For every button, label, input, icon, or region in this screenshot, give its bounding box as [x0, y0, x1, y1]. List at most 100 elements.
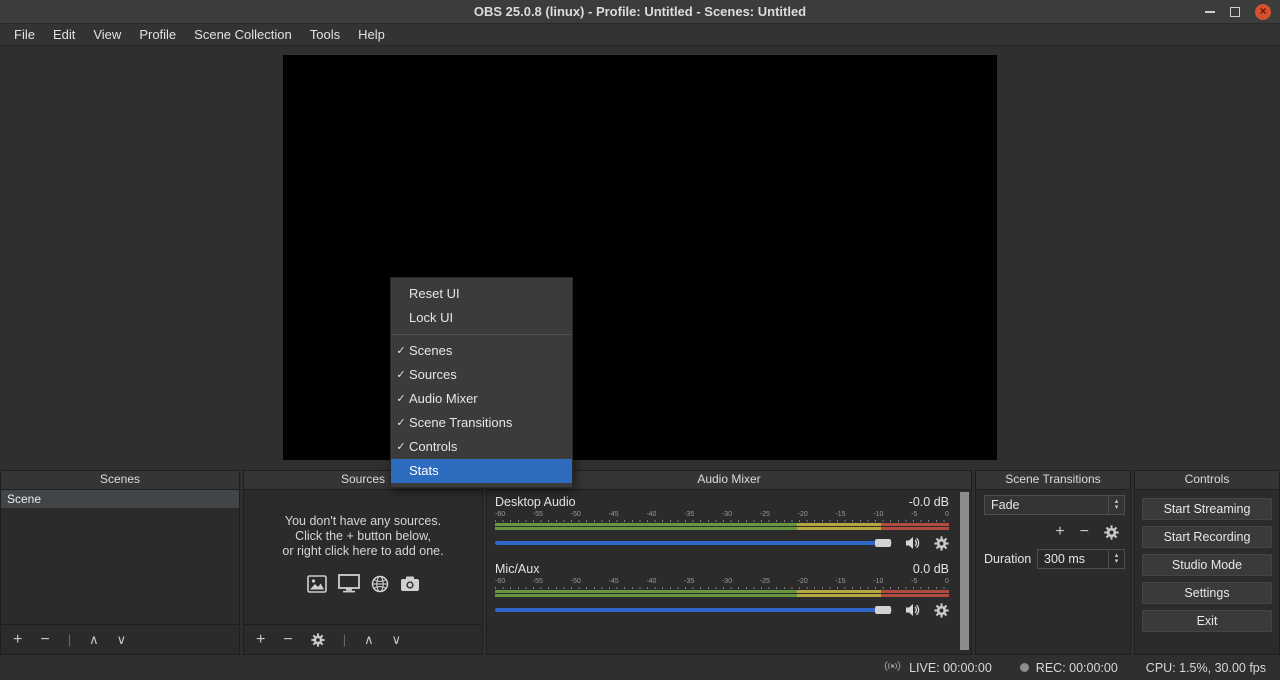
start-streaming-button[interactable]: Start Streaming	[1142, 498, 1272, 520]
menu-profile[interactable]: Profile	[130, 24, 185, 46]
volume-meter-scale: -60-55-50-45-40-35-30-25-20-15-10-50	[495, 511, 949, 519]
minimize-icon[interactable]	[1205, 11, 1215, 13]
toolbar-divider: |	[343, 632, 346, 647]
scale-tick: -35	[684, 578, 694, 586]
scene-transitions-panel-title: Scene Transitions	[976, 471, 1130, 490]
start-recording-button[interactable]: Start Recording	[1142, 526, 1272, 548]
maximize-icon[interactable]	[1230, 7, 1240, 17]
remove-source-button[interactable]: −	[283, 632, 292, 648]
menu-help[interactable]: Help	[349, 24, 394, 46]
menu-file[interactable]: File	[5, 24, 44, 46]
menu-item-label: Controls	[409, 439, 457, 454]
menu-scene-collection[interactable]: Scene Collection	[185, 24, 301, 46]
toolbar-divider: |	[68, 632, 71, 647]
remove-scene-button[interactable]: −	[40, 632, 49, 648]
scale-tick: -45	[608, 511, 618, 519]
scale-tick: -10	[873, 578, 883, 586]
close-icon[interactable]: ×	[1255, 4, 1271, 20]
add-source-button[interactable]: +	[256, 632, 265, 648]
scale-tick: -30	[722, 511, 732, 519]
move-scene-down-button[interactable]: ∨	[117, 632, 127, 648]
duration-spin-arrows[interactable]: ▴ ▾	[1108, 550, 1124, 568]
sources-toolbar: + − | ∧ ∨	[244, 624, 482, 654]
scale-tick: -5	[911, 511, 917, 519]
duration-label: Duration	[984, 552, 1031, 566]
context-menu-item-stats[interactable]: Stats	[391, 459, 572, 483]
channel-settings-gear-icon[interactable]	[934, 536, 949, 551]
volume-slider[interactable]	[495, 602, 892, 618]
mixer-channel-mic-aux: Mic/Aux 0.0 dB -60-55-50-45-40-35-30-25-…	[495, 561, 949, 618]
spin-down-icon: ▾	[1115, 559, 1119, 565]
mixer-channel-desktop-audio: Desktop Audio -0.0 dB -60-55-50-45-40-35…	[495, 494, 949, 551]
channel-settings-gear-icon[interactable]	[934, 603, 949, 618]
scene-list-item[interactable]: Scene	[1, 490, 239, 508]
scale-tick: 0	[945, 511, 949, 519]
volume-slider-track	[495, 608, 892, 612]
add-transition-button[interactable]: +	[1055, 524, 1064, 540]
check-icon: ✓	[394, 363, 408, 387]
empty-line-3: or right click here to add one.	[244, 544, 482, 559]
menu-item-label: Stats	[409, 463, 439, 478]
combo-arrows[interactable]: ▴ ▾	[1108, 496, 1124, 514]
scale-tick: -15	[835, 578, 845, 586]
monitor-icon	[338, 574, 360, 597]
mixer-scrollbar-thumb[interactable]	[960, 492, 969, 650]
cpu-fps-status: CPU: 1.5%, 30.00 fps	[1146, 661, 1266, 675]
move-scene-up-button[interactable]: ∧	[89, 632, 99, 648]
context-menu-item-audio-mixer[interactable]: ✓ Audio Mixer	[391, 387, 572, 411]
speaker-icon[interactable]	[905, 602, 921, 618]
mixer-scrollbar[interactable]	[960, 492, 969, 650]
scale-tick: -30	[722, 578, 732, 586]
scale-tick: -5	[911, 578, 917, 586]
status-bar: LIVE: 00:00:00 REC: 00:00:00 CPU: 1.5%, …	[0, 655, 1280, 680]
menu-view[interactable]: View	[84, 24, 130, 46]
menu-item-label: Scene Transitions	[409, 415, 512, 430]
settings-button[interactable]: Settings	[1142, 582, 1272, 604]
exit-button[interactable]: Exit	[1142, 610, 1272, 632]
scale-tick: -20	[798, 511, 808, 519]
menu-tools[interactable]: Tools	[301, 24, 349, 46]
remove-transition-button[interactable]: −	[1080, 524, 1089, 540]
menu-item-label: Scenes	[409, 343, 452, 358]
duration-value[interactable]: 300 ms	[1038, 550, 1108, 568]
volume-slider[interactable]	[495, 535, 892, 551]
scale-tick: -60	[495, 511, 505, 519]
volume-slider-handle[interactable]	[875, 539, 891, 547]
scale-tick: -50	[571, 578, 581, 586]
scale-tick: -20	[798, 578, 808, 586]
volume-meter-left	[495, 590, 949, 593]
controls-panel-title: Controls	[1135, 471, 1279, 490]
titlebar: OBS 25.0.8 (linux) - Profile: Untitled -…	[0, 0, 1280, 24]
check-icon: ✓	[394, 411, 408, 435]
scale-tick: -25	[760, 578, 770, 586]
menubar: File Edit View Profile Scene Collection …	[0, 24, 1280, 46]
context-menu-item-controls[interactable]: ✓ Controls	[391, 435, 572, 459]
volume-meter-right	[495, 594, 949, 597]
volume-slider-track	[495, 541, 892, 545]
move-source-up-button[interactable]: ∧	[364, 632, 374, 648]
transition-properties-gear-icon[interactable]	[1104, 525, 1119, 540]
menu-item-label: Audio Mixer	[409, 391, 478, 406]
volume-slider-handle[interactable]	[875, 606, 891, 614]
menu-separator	[392, 334, 571, 335]
transition-select[interactable]: Fade ▴ ▾	[984, 495, 1125, 515]
menu-edit[interactable]: Edit	[44, 24, 84, 46]
scenes-panel-title: Scenes	[1, 471, 239, 490]
add-scene-button[interactable]: +	[13, 632, 22, 648]
audio-mixer-body: Desktop Audio -0.0 dB -60-55-50-45-40-35…	[487, 489, 957, 653]
context-menu-item-sources[interactable]: ✓ Sources	[391, 363, 572, 387]
duration-spinbox[interactable]: 300 ms ▴ ▾	[1037, 549, 1125, 569]
context-menu-item-scene-transitions[interactable]: ✓ Scene Transitions	[391, 411, 572, 435]
speaker-icon[interactable]	[905, 535, 921, 551]
studio-mode-button[interactable]: Studio Mode	[1142, 554, 1272, 576]
context-menu-item-lock-ui[interactable]: Lock UI	[391, 306, 572, 330]
source-properties-gear-icon[interactable]	[311, 633, 325, 647]
context-menu-item-scenes[interactable]: ✓ Scenes	[391, 339, 572, 363]
volume-meter-tickmarks	[495, 587, 949, 589]
context-menu-item-reset-ui[interactable]: Reset UI	[391, 282, 572, 306]
transition-selected-value: Fade	[985, 498, 1108, 512]
context-menu: Reset UI Lock UI ✓ Scenes ✓ Sources ✓ Au…	[390, 277, 573, 488]
scene-transitions-panel: Scene Transitions Fade ▴ ▾ + − Duration …	[975, 470, 1131, 655]
volume-meter-right	[495, 527, 949, 530]
move-source-down-button[interactable]: ∨	[392, 632, 402, 648]
